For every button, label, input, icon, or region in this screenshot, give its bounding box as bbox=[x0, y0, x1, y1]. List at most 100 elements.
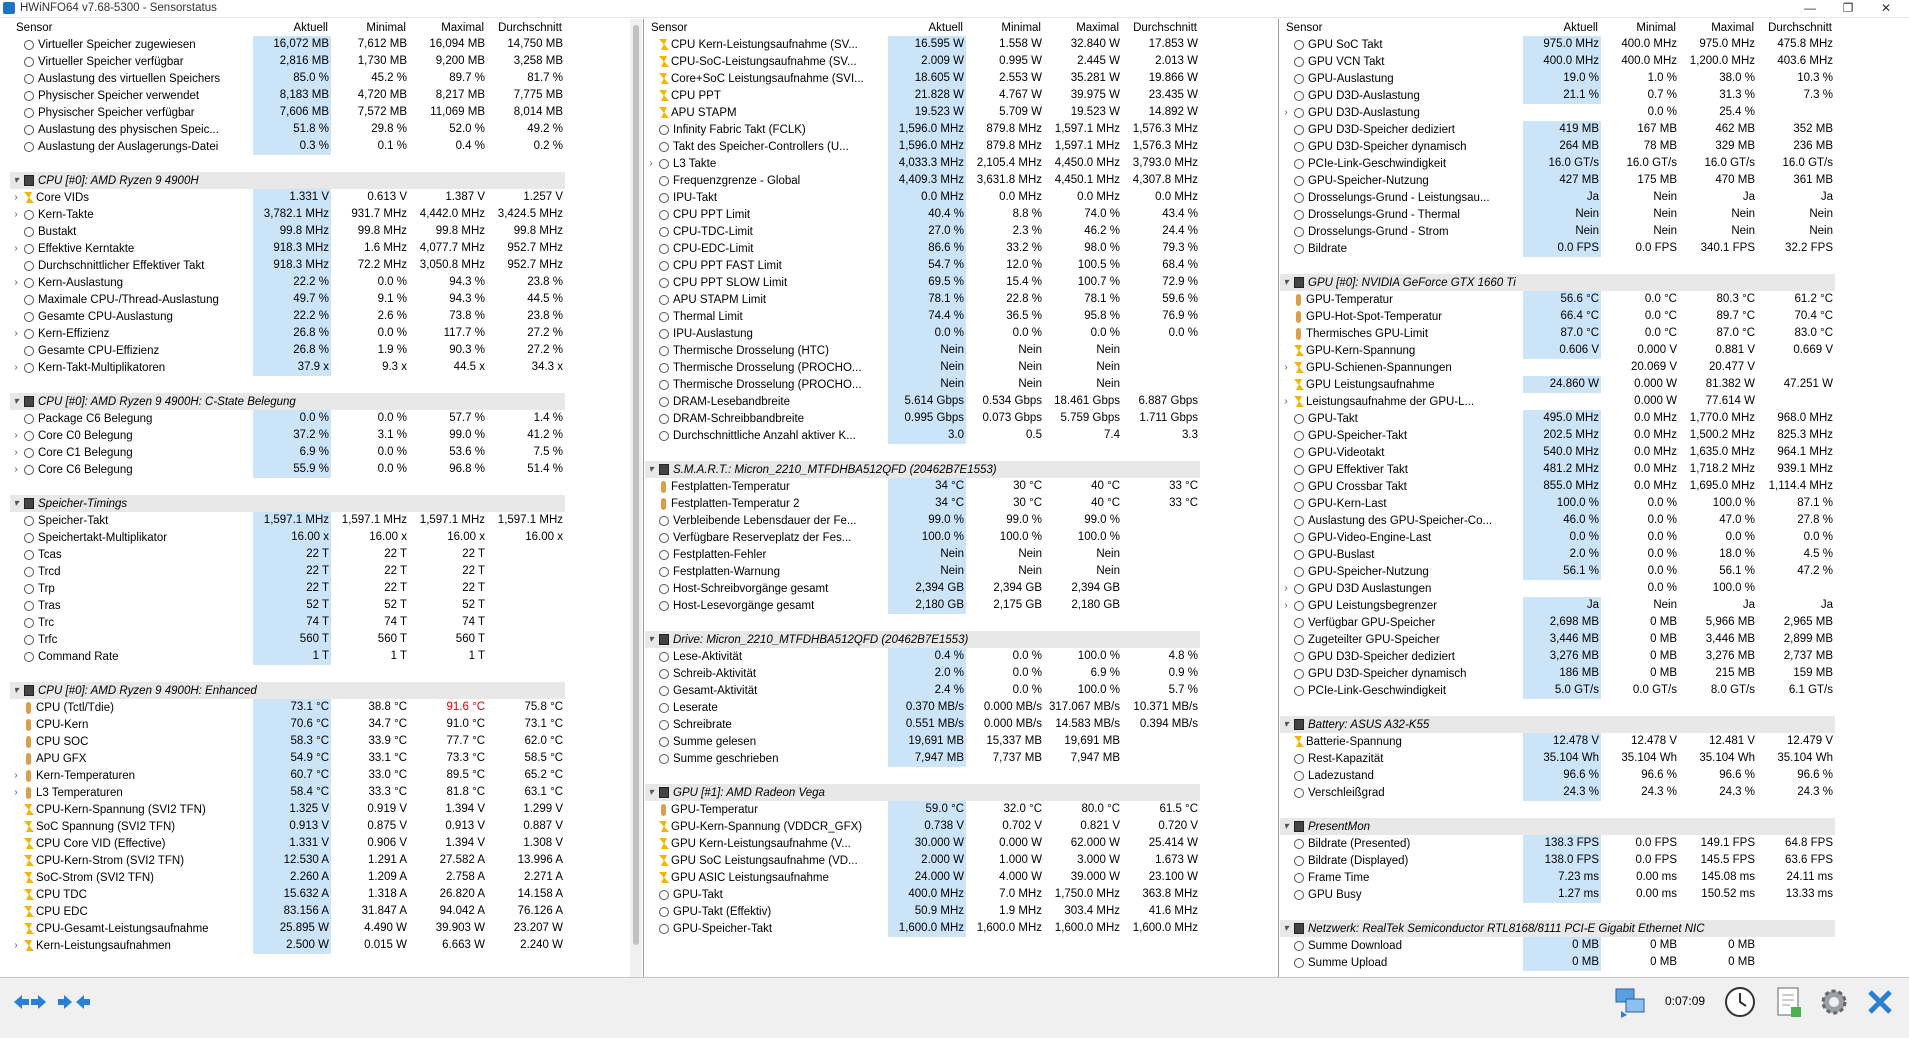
sensor-row[interactable]: Ladezustand 96.6 % 96.6 % 96.6 % 96.6 % bbox=[1280, 767, 1909, 784]
sensor-row[interactable]: Verschleißgrad 24.3 % 24.3 % 24.3 % 24.3 % bbox=[1280, 784, 1909, 801]
expand-chevron-icon[interactable]: › bbox=[10, 787, 22, 798]
collapse-chevron-icon[interactable]: ▾ bbox=[1280, 923, 1292, 934]
sensor-group-header[interactable]: ▾ S.M.A.R.T.: Micron_2210_MTFDHBA512QFD (… bbox=[645, 461, 1279, 478]
sensor-row[interactable]: CPU-Kern 70.6 °C 34.7 °C 91.0 °C 73.1 °C bbox=[10, 716, 642, 733]
network-refresh-icon[interactable] bbox=[1612, 984, 1648, 1020]
sensor-row[interactable]: DRAM-Schreibbandbreite 0.995 Gbps 0.073 Gb… bbox=[645, 410, 1279, 427]
nav-arrows-icon[interactable] bbox=[12, 984, 48, 1020]
sensor-row[interactable]: Drosselungs-Grund - Strom Nein Nein Nein Nei… bbox=[1280, 223, 1909, 240]
sensor-row[interactable]: GPU-Kern-Spannung 0.606 V 0.000 V 0.881 V 0.… bbox=[1280, 342, 1909, 359]
sensor-row[interactable]: Thermische Drosselung (HTC) Nein Nein Nein bbox=[645, 342, 1279, 359]
sensor-row[interactable]: CPU-Kern-Spannung (SVI2 TFN) 1.325 V 0.919… bbox=[10, 801, 642, 818]
sensor-row[interactable]: Thermal Limit 74.4 % 36.5 % 95.8 % 76.9 % bbox=[645, 308, 1279, 325]
expand-chevron-icon[interactable]: › bbox=[10, 430, 22, 441]
sensor-group-header[interactable]: ▾ CPU [#0]: AMD Ryzen 9 4900H bbox=[10, 172, 642, 189]
sensor-row[interactable]: CPU PPT FAST Limit 54.7 % 12.0 % 100.5 % 68.… bbox=[645, 257, 1279, 274]
sensor-row[interactable]: IPU-Takt 0.0 MHz 0.0 MHz 0.0 MHz 0.0 MHz bbox=[645, 189, 1279, 206]
sensor-group-header[interactable]: ▾ Netzwerk: RealTek Semiconductor RTL8168… bbox=[1280, 920, 1909, 937]
sensor-row[interactable]: CPU-Gesamt-Leistungsaufnahme 25.895 W 4.49… bbox=[10, 920, 642, 937]
sensor-row[interactable]: Host-Schreibvorgänge gesamt 2,394 GB 2,394… bbox=[645, 580, 1279, 597]
scrollbar-pane-1[interactable] bbox=[630, 19, 642, 977]
sensor-row[interactable]: GPU-Kern-Spannung (VDDCR_GFX) 0.738 V 0.70… bbox=[645, 818, 1279, 835]
sensor-row[interactable]: Takt des Speicher-Controllers (U... 1,596… bbox=[645, 138, 1279, 155]
sensor-row[interactable]: Auslastung der Auslagerungs-Datei 0.3 % 0.… bbox=[10, 138, 642, 155]
maximize-button[interactable]: ❐ bbox=[1829, 0, 1867, 18]
sensor-row[interactable]: GPU-Videotakt 540.0 MHz 0.0 MHz 1,635.0 MHz… bbox=[1280, 444, 1909, 461]
sensor-row[interactable]: › Effektive Kerntakte 918.3 MHz 1.6 MHz 4,07… bbox=[10, 240, 642, 257]
expand-chevron-icon[interactable]: › bbox=[1280, 396, 1292, 407]
sensor-row[interactable]: Gesamte CPU-Effizienz 26.8 % 1.9 % 90.3 % 27… bbox=[10, 342, 642, 359]
sensor-row[interactable]: CPU-EDC-Limit 86.6 % 33.2 % 98.0 % 79.3 % bbox=[645, 240, 1279, 257]
sensor-group-header[interactable]: ▾ Drive: Micron_2210_MTFDHBA512QFD (20462… bbox=[645, 631, 1279, 648]
collapse-chevron-icon[interactable]: ▾ bbox=[10, 498, 22, 509]
sensor-row[interactable]: GPU-Kern-Last 100.0 % 0.0 % 100.0 % 87.1 % bbox=[1280, 495, 1909, 512]
sensor-group-header[interactable]: ▾ PresentMon bbox=[1280, 818, 1909, 835]
sensor-row[interactable]: CPU PPT 21.828 W 4.767 W 39.975 W 23.435 W bbox=[645, 87, 1279, 104]
expand-chevron-icon[interactable]: › bbox=[645, 158, 657, 169]
expand-chevron-icon[interactable]: › bbox=[1280, 107, 1292, 118]
sensor-row[interactable]: CPU EDC 83.156 A 31.847 A 94.042 A 76.126 A bbox=[10, 903, 642, 920]
close-window-button[interactable]: ✕ bbox=[1867, 0, 1905, 18]
sensor-pane-2[interactable]: Sensor Aktuell Minimal Maximal Durchschn… bbox=[645, 19, 1279, 977]
expand-chevron-icon[interactable]: › bbox=[10, 277, 22, 288]
sensor-row[interactable]: Schreib-Aktivität 2.0 % 0.0 % 6.9 % 0.9 % bbox=[645, 665, 1279, 682]
sensor-row[interactable]: Rest-Kapazität 35.104 Wh 35.104 Wh 35.104 W… bbox=[1280, 750, 1909, 767]
sensor-row[interactable]: GPU-Takt (Effektiv) 50.9 MHz 1.9 MHz 303.4 … bbox=[645, 903, 1279, 920]
column-header-sensor[interactable]: Sensor bbox=[10, 22, 253, 34]
sensor-row[interactable]: GPU VCN Takt 400.0 MHz 400.0 MHz 1,200.0 MH… bbox=[1280, 53, 1909, 70]
sensor-row[interactable]: GPU D3D-Speicher dediziert 3,276 MB 0 MB 3,… bbox=[1280, 648, 1909, 665]
close-x-icon[interactable] bbox=[1862, 984, 1898, 1020]
sensor-row[interactable]: IPU-Auslastung 0.0 % 0.0 % 0.0 % 0.0 % bbox=[645, 325, 1279, 342]
sensor-group-header[interactable]: ▾ Speicher-Timings bbox=[10, 495, 642, 512]
expand-chevron-icon[interactable]: › bbox=[10, 209, 22, 220]
sensor-row[interactable]: GPU-Speicher-Nutzung 427 MB 175 MB 470 MB 36… bbox=[1280, 172, 1909, 189]
sensor-row[interactable]: Maximale CPU-/Thread-Auslastung 49.7 % 9.1… bbox=[10, 291, 642, 308]
column-header-avg[interactable]: Durchschnitt bbox=[1757, 22, 1835, 34]
sensor-group-header[interactable]: ▾ CPU [#0]: AMD Ryzen 9 4900H: Enhanced bbox=[10, 682, 642, 699]
expand-chevron-icon[interactable]: › bbox=[10, 243, 22, 254]
expand-chevron-icon[interactable]: › bbox=[10, 328, 22, 339]
sensor-row[interactable]: GPU ASIC Leistungsaufnahme 24.000 W 4.000 … bbox=[645, 869, 1279, 886]
sensor-row[interactable]: › GPU D3D Auslastungen 0.0 % 100.0 % bbox=[1280, 580, 1909, 597]
column-header-current[interactable]: Aktuell bbox=[1523, 22, 1601, 34]
collapse-chevron-icon[interactable]: ▾ bbox=[645, 634, 657, 645]
sensor-row[interactable]: GPU SoC Takt 975.0 MHz 400.0 MHz 975.0 MHz 4… bbox=[1280, 36, 1909, 53]
column-header-min[interactable]: Minimal bbox=[966, 22, 1044, 34]
sensor-row[interactable]: › Kern-Auslastung 22.2 % 0.0 % 94.3 % 23.8 % bbox=[10, 274, 642, 291]
collapse-chevron-icon[interactable]: ▾ bbox=[1280, 821, 1292, 832]
sensor-row[interactable]: Speicher-Takt 1,597.1 MHz 1,597.1 MHz 1,597… bbox=[10, 512, 642, 529]
sensor-row[interactable]: CPU-Kern-Strom (SVI2 TFN) 12.530 A 1.291 A… bbox=[10, 852, 642, 869]
sensor-row[interactable]: GPU Busy 1.27 ms 0.00 ms 150.52 ms 13.33 ms bbox=[1280, 886, 1909, 903]
sensor-row[interactable]: Verbleibende Lebensdauer der Fe... 99.0 %… bbox=[645, 512, 1279, 529]
sensor-row[interactable]: Host-Lesevorgänge gesamt 2,180 GB 2,175 GB… bbox=[645, 597, 1279, 614]
sensor-row[interactable]: Durchschnittlicher Effektiver Takt 918.3 … bbox=[10, 257, 642, 274]
sensor-row[interactable]: APU STAPM Limit 78.1 % 22.8 % 78.1 % 59.6 % bbox=[645, 291, 1279, 308]
sensor-row[interactable]: GPU D3D-Auslastung 21.1 % 0.7 % 31.3 % 7.3 % bbox=[1280, 87, 1909, 104]
sensor-row[interactable]: CPU TDC 15.632 A 1.318 A 26.820 A 14.158 A bbox=[10, 886, 642, 903]
sensor-row[interactable]: GPU-Buslast 2.0 % 0.0 % 18.0 % 4.5 % bbox=[1280, 546, 1909, 563]
sensor-row[interactable]: PCIe-Link-Geschwindigkeit 5.0 GT/s 0.0 GT/… bbox=[1280, 682, 1909, 699]
expand-chevron-icon[interactable]: › bbox=[10, 362, 22, 373]
sensor-row[interactable]: PCIe-Link-Geschwindigkeit 16.0 GT/s 16.0 G… bbox=[1280, 155, 1909, 172]
sensor-row[interactable]: APU STAPM 19.523 W 5.709 W 19.523 W 14.892 W bbox=[645, 104, 1279, 121]
sensor-row[interactable]: GPU-Takt 400.0 MHz 7.0 MHz 1,750.0 MHz 363.8… bbox=[645, 886, 1279, 903]
sensor-row[interactable]: Zugeteilter GPU-Speicher 3,446 MB 0 MB 3,44… bbox=[1280, 631, 1909, 648]
expand-chevron-icon[interactable]: › bbox=[1280, 362, 1292, 373]
sensor-row[interactable]: Festplatten-Temperatur 34 °C 30 °C 40 °C 33 … bbox=[645, 478, 1279, 495]
sensor-row[interactable]: GPU-Temperatur 56.6 °C 0.0 °C 80.3 °C 61.2 °… bbox=[1280, 291, 1909, 308]
sensor-row[interactable]: Summe Upload 0 MB 0 MB 0 MB bbox=[1280, 954, 1909, 971]
sensor-row[interactable]: CPU (Tctl/Tdie) 73.1 °C 38.8 °C 91.6 °C 75.8… bbox=[10, 699, 642, 716]
sensor-row[interactable]: › Kern-Takt-Multiplikatoren 37.9 x 9.3 x 44.… bbox=[10, 359, 642, 376]
sensor-row[interactable]: › Core C6 Belegung 55.9 % 0.0 % 96.8 % 51.4 % bbox=[10, 461, 642, 478]
sensor-row[interactable]: GPU D3D-Speicher dediziert 419 MB 167 MB 46… bbox=[1280, 121, 1909, 138]
collapse-chevron-icon[interactable]: ▾ bbox=[10, 175, 22, 186]
expand-chevron-icon[interactable]: › bbox=[1280, 583, 1292, 594]
sensor-row[interactable]: › Core VIDs 1.331 V 0.613 V 1.387 V 1.257 V bbox=[10, 189, 642, 206]
collapse-chevron-icon[interactable]: ▾ bbox=[645, 464, 657, 475]
sensor-row[interactable]: GPU Kern-Leistungsaufnahme (V... 30.000 W… bbox=[645, 835, 1279, 852]
sensor-row[interactable]: CPU PPT Limit 40.4 % 8.8 % 74.0 % 43.4 % bbox=[645, 206, 1279, 223]
expand-chevron-icon[interactable]: › bbox=[10, 940, 22, 951]
sensor-row[interactable]: Infinity Fabric Takt (FCLK) 1,596.0 MHz 87… bbox=[645, 121, 1279, 138]
sensor-row[interactable]: GPU D3D-Speicher dynamisch 186 MB 0 MB 215 … bbox=[1280, 665, 1909, 682]
sensor-row[interactable]: Thermische Drosselung (PROCHO... Nein Nein… bbox=[645, 359, 1279, 376]
